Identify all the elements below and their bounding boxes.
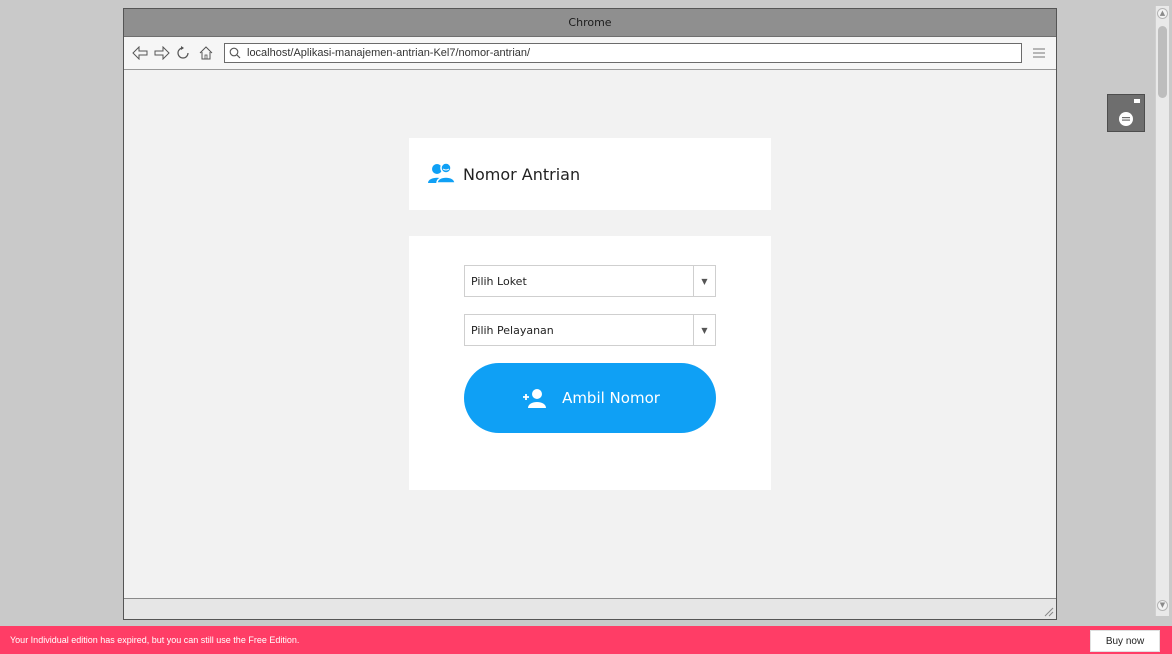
ambil-nomor-button[interactable]: Ambil Nomor [464,363,716,433]
loket-select-value: Pilih Loket [471,274,527,288]
back-icon[interactable] [130,43,150,63]
page-viewport: Nomor Antrian Pilih Loket ▼ Pilih Pelaya… [124,71,1056,598]
license-notice-bar: Your Individual edition has expired, but… [0,626,1172,654]
scroll-down-icon[interactable]: ▼ [1157,600,1168,611]
chevron-down-icon[interactable]: ▼ [693,315,715,345]
window-titlebar: Chrome [124,9,1056,37]
buy-now-button[interactable]: Buy now [1090,630,1160,652]
browser-statusbar [124,598,1056,619]
panel-toggle-icon[interactable] [1107,94,1145,132]
resize-grip-icon[interactable] [1042,605,1054,617]
window-title: Chrome [568,16,612,29]
browser-window: Chrome localhost/Aplikasi-manajemen-antr… [123,8,1057,620]
chevron-down-icon[interactable]: ▼ [693,266,715,296]
pelayanan-select[interactable]: Pilih Pelayanan ▼ [464,314,716,346]
scroll-up-icon[interactable]: ▲ [1157,8,1168,19]
pelayanan-select-value: Pilih Pelayanan [471,323,554,337]
forward-icon[interactable] [152,43,172,63]
reload-icon[interactable] [174,43,194,63]
scroll-thumb[interactable] [1158,26,1167,98]
add-user-icon [523,389,547,408]
ambil-nomor-label: Ambil Nomor [562,389,660,407]
page-header-card: Nomor Antrian [409,138,771,210]
address-bar[interactable] [224,43,1022,63]
search-icon [229,47,241,59]
browser-toolbar [124,37,1056,70]
outer-vertical-scrollbar[interactable]: ▲ ▼ [1155,6,1169,616]
queue-form-card: Pilih Loket ▼ Pilih Pelayanan ▼ Ambil No… [409,236,771,490]
menu-icon[interactable] [1028,43,1050,63]
home-icon[interactable] [196,43,216,63]
page-title: Nomor Antrian [463,164,581,184]
users-icon [428,162,455,184]
license-notice-text: Your Individual edition has expired, but… [10,635,300,645]
address-input[interactable] [247,47,1017,59]
loket-select[interactable]: Pilih Loket ▼ [464,265,716,297]
